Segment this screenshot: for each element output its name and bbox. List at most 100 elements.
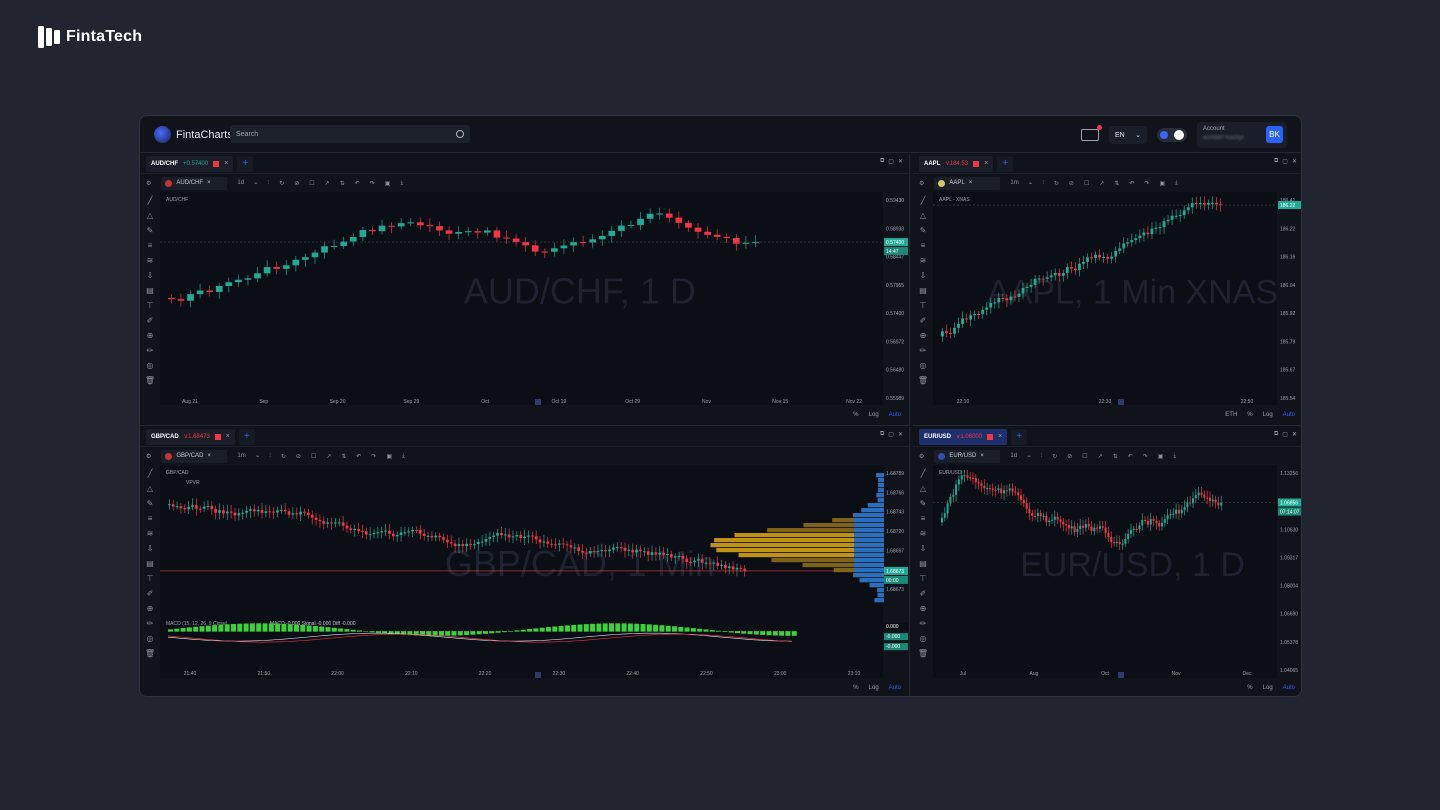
toolbar-tool-icon-2[interactable]: ↻ [281,453,286,460]
toolbar-tool-icon-10[interactable]: ⤓ [1173,453,1176,460]
toolbar-tool-icon-9[interactable]: ▣ [386,453,392,460]
chart-svg[interactable]: AAPL, 1 Min XNASAAPL - XNAS22:10 22:30 22:… [933,192,1277,406]
tab-p3[interactable]: GBP/CAD ∨1.68473 × [146,428,235,445]
drawing-tool-icon-6[interactable]: ▤ [919,559,927,568]
drawing-tool-icon-4[interactable]: ≋ [147,256,154,265]
toolbar-tool-icon-0[interactable]: ⌁ [1029,180,1033,187]
drawing-tool-icon-5[interactable]: ⇩ [147,544,154,553]
drawing-tool-icon-7[interactable]: ⊤ [147,301,154,310]
maximize-icon[interactable]: ▢ [888,158,894,165]
settings-icon[interactable]: ⚙ [146,453,151,460]
drawing-tool-icon-2[interactable]: ✎ [147,499,154,508]
toolbar-tool-icon-8[interactable]: ↷ [370,180,375,187]
drawing-tool-icon-5[interactable]: ⇩ [147,271,154,280]
toolbar-tool-icon-4[interactable]: ☐ [311,453,316,460]
chart-canvas[interactable]: EUR/USD, 1 D EUR/USD Jul Aug Oct Nov Dec [933,465,1277,678]
auto-button[interactable]: Auto [1283,685,1295,691]
drawing-tool-icon-8[interactable]: ✐ [147,316,154,325]
settings-icon[interactable]: ⚙ [919,180,924,187]
toolbar-tool-icon-0[interactable]: ⌁ [1027,453,1031,460]
toolbar-tool-icon-3[interactable]: ⊘ [1067,453,1072,460]
toolbar-tool-icon-6[interactable]: ⇅ [1113,453,1118,460]
drawing-tool-icon-3[interactable]: ≡ [921,514,926,523]
maximize-icon[interactable]: ▢ [1282,158,1288,165]
drawing-tool-icon-8[interactable]: ✐ [920,589,927,598]
drawing-tool-icon-12[interactable]: 🗑 [145,376,155,385]
close-icon[interactable]: × [969,180,973,186]
toolbar-tool-icon-1[interactable]: ⫶ [1042,180,1044,187]
toolbar-tool-icon-7[interactable]: ↶ [356,453,361,460]
alert-icon[interactable] [214,433,221,440]
symbol-search[interactable]: GBP/CAD × [161,449,228,463]
toolbar-tool-icon-4[interactable]: ☐ [1082,453,1087,460]
close-icon[interactable]: × [224,160,228,167]
symbol-search[interactable]: AAPL × [934,176,1001,190]
drawing-tool-icon-0[interactable]: ╱ [148,469,153,478]
drawing-tool-icon-7[interactable]: ⊤ [920,574,927,583]
toolbar-tool-icon-2[interactable]: ↻ [279,180,284,187]
symbol-search[interactable]: AUD/CHF × [161,176,228,190]
toolbar-tool-icon-3[interactable]: ⊘ [294,180,299,187]
toolbar-tool-icon-4[interactable]: ☐ [309,180,314,187]
drawing-tool-icon-8[interactable]: ✐ [147,589,154,598]
drawing-tool-icon-2[interactable]: ✎ [147,226,154,235]
auto-button[interactable]: Auto [1283,412,1295,418]
auto-button[interactable]: Auto [889,412,901,418]
drawing-tool-icon-11[interactable]: ◎ [920,361,927,370]
drawing-tool-icon-12[interactable]: 🗑 [918,376,928,385]
percent-button[interactable]: % [1247,685,1252,691]
tab-p1[interactable]: AUD/CHF +0.57400 × [146,155,234,172]
popout-icon[interactable]: ⧉ [880,158,884,165]
auto-button[interactable]: Auto [889,685,901,691]
drawing-tool-icon-7[interactable]: ⊤ [920,301,927,310]
log-button[interactable]: Log [869,412,879,418]
drawing-tool-icon-11[interactable]: ◎ [920,634,927,643]
drawing-tool-icon-6[interactable]: ▤ [146,559,154,568]
symbol-search[interactable]: EUR/USD × [934,449,1001,463]
toolbar-tool-icon-1[interactable]: ⫶ [1041,453,1043,460]
settings-icon[interactable]: ⚙ [919,453,924,460]
drawing-tool-icon-3[interactable]: ≡ [921,241,926,250]
interval-button[interactable]: 1d [237,180,244,186]
maximize-icon[interactable]: ▢ [1282,431,1288,438]
scroll-handle[interactable] [1118,399,1124,405]
close-icon[interactable]: ✕ [1292,158,1297,165]
percent-button[interactable]: % [853,412,858,418]
chart-canvas[interactable]: GBP/CAD, 1 Min GBP/CAD VPVR MACD (15, 12, 2… [160,465,884,678]
percent-button[interactable]: % [853,685,858,691]
scroll-handle[interactable] [1118,672,1124,678]
drawing-tool-icon-3[interactable]: ≡ [148,514,153,523]
drawing-tool-icon-0[interactable]: ╱ [148,196,153,205]
close-icon[interactable]: × [984,160,988,167]
drawing-tool-icon-9[interactable]: ⊕ [920,604,927,613]
tab-p4[interactable]: EUR/USD ∨1.06000 × [919,428,1008,445]
drawing-tool-icon-11[interactable]: ◎ [147,634,154,643]
language-select[interactable]: EN ⌄ [1109,126,1147,144]
toolbar-tool-icon-7[interactable]: ↶ [1128,453,1133,460]
drawing-tool-icon-6[interactable]: ▤ [919,286,927,295]
drawing-tool-icon-0[interactable]: ╱ [921,469,926,478]
toolbar-tool-icon-6[interactable]: ⇅ [341,453,346,460]
drawing-tool-icon-6[interactable]: ▤ [146,286,154,295]
toolbar-tool-icon-7[interactable]: ↶ [1129,180,1134,187]
price-axis[interactable]: 1.68789 1.68766 1.68743 1.68720 1.68697 1.686… [883,465,909,678]
price-axis[interactable]: 0.59430 0.58938 0.58447 0.57955 0.57400 0.569… [883,192,909,405]
drawing-tool-icon-1[interactable]: △ [920,484,926,493]
drawing-tool-icon-4[interactable]: ≋ [920,529,927,538]
drawing-tool-icon-0[interactable]: ╱ [921,196,926,205]
drawing-tool-icon-5[interactable]: ⇩ [920,544,927,553]
drawing-tool-icon-1[interactable]: △ [920,211,926,220]
drawing-tool-icon-1[interactable]: △ [147,211,153,220]
add-tab-button[interactable]: + [997,155,1014,172]
chart-svg[interactable]: GBP/CAD, 1 MinGBP/CADVPVRMACD (15, 12, 2… [160,465,884,678]
add-tab-button[interactable]: + [238,428,255,445]
toolbar-tool-icon-2[interactable]: ↻ [1054,180,1059,187]
tab-p2[interactable]: AAPL ∨184.53 × [919,155,994,172]
toolbar-tool-icon-2[interactable]: ↻ [1052,453,1057,460]
toolbar-tool-icon-4[interactable]: ☐ [1084,180,1089,187]
drawing-tool-icon-4[interactable]: ≋ [920,256,927,265]
toolbar-tool-icon-0[interactable]: ⌁ [256,453,260,460]
drawing-tool-icon-11[interactable]: ◎ [147,361,154,370]
toolbar-tool-icon-0[interactable]: ⌁ [254,180,258,187]
toolbar-tool-icon-8[interactable]: ↷ [1143,453,1148,460]
